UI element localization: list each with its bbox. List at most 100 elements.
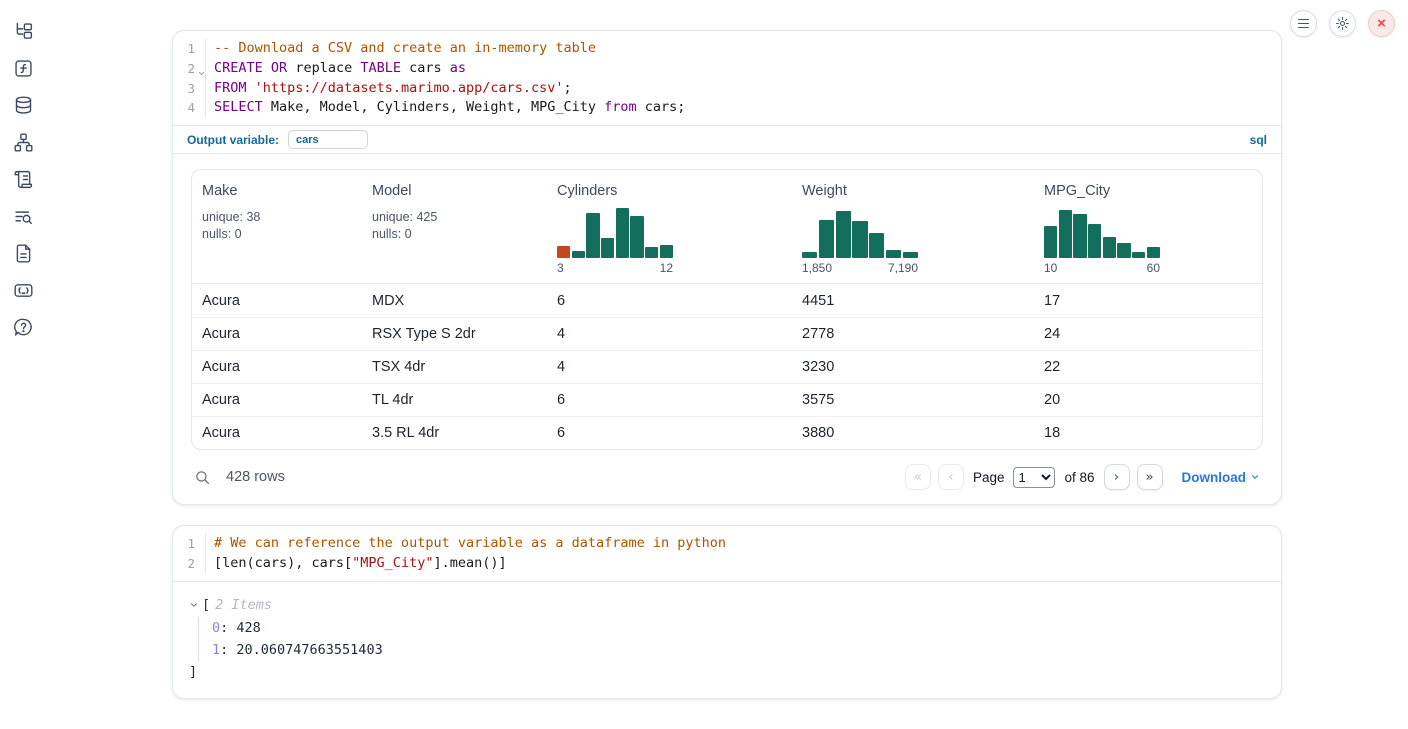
first-page-button[interactable]: «	[905, 464, 931, 490]
code-text[interactable]: -- Download a CSV and create an in-memor…	[206, 39, 596, 59]
table-cell: 3.5 RL 4dr	[362, 425, 547, 441]
column-stats: unique: 38nulls: 0	[202, 209, 352, 243]
histogram-bar	[1044, 226, 1057, 258]
tree-entry-key: 0	[212, 620, 220, 636]
file-explorer-icon[interactable]	[13, 21, 34, 42]
dependency-graph-icon[interactable]	[13, 132, 34, 153]
axis-min-label: 3	[557, 261, 564, 275]
table-cell: 22	[1034, 359, 1262, 375]
python-cell: 1 # We can reference the output variable …	[172, 525, 1282, 699]
line-number: 2	[173, 554, 206, 574]
code-token: "MPG_City"	[352, 555, 433, 571]
table-cell: 17	[1034, 293, 1262, 309]
code-token	[247, 80, 255, 96]
menu-button[interactable]	[1290, 10, 1317, 37]
close-button[interactable]: ×	[1368, 10, 1395, 37]
download-button[interactable]: Download	[1182, 470, 1261, 485]
column-label: MPG_City	[1044, 183, 1252, 199]
table-row[interactable]: AcuraMDX6445117	[192, 284, 1262, 317]
histogram-bar	[1103, 237, 1116, 258]
next-page-button[interactable]: ›	[1104, 464, 1130, 490]
documentation-icon[interactable]	[13, 243, 34, 264]
histogram-bars	[557, 206, 673, 258]
sql-code-editor[interactable]: 1 -- Download a CSV and create an in-memo…	[173, 31, 1281, 125]
column-histogram[interactable]: 312	[557, 206, 673, 275]
python-code-editor[interactable]: 1# We can reference the output variable …	[173, 526, 1281, 581]
code-line[interactable]: 1# We can reference the output variable …	[173, 534, 1281, 554]
table-row[interactable]: AcuraTL 4dr6357520	[192, 383, 1262, 416]
column-header[interactable]: Cylinders312	[547, 181, 792, 283]
histogram-axis-labels: 312	[557, 261, 673, 275]
output-variable-input[interactable]	[288, 130, 368, 149]
table-cell: 3880	[792, 425, 1034, 441]
code-text[interactable]: CREATE OR replace TABLE cars as	[206, 59, 466, 79]
code-text[interactable]: # We can reference the output variable a…	[206, 534, 726, 554]
column-header[interactable]: Model unique: 425nulls: 0	[362, 181, 547, 283]
column-label: Model	[372, 183, 537, 199]
table-row[interactable]: AcuraRSX Type S 2dr4277824	[192, 317, 1262, 350]
histogram-bar	[1132, 252, 1145, 258]
code-text[interactable]: SELECT Make, Model, Cylinders, Weight, M…	[206, 98, 685, 118]
logs-icon[interactable]	[13, 206, 34, 227]
code-line[interactable]: 4SELECT Make, Model, Cylinders, Weight, …	[173, 98, 1281, 118]
variables-icon[interactable]	[13, 58, 34, 79]
close-icon: ×	[1377, 15, 1386, 32]
histogram-bar	[616, 208, 629, 258]
table-row[interactable]: AcuraTSX 4dr4323022	[192, 350, 1262, 383]
snippets-icon[interactable]	[13, 280, 34, 301]
tree-entry[interactable]: 0: 428	[212, 617, 1265, 640]
tree-head: [ 2 Items	[189, 595, 1265, 615]
prev-page-button[interactable]: ‹	[938, 464, 964, 490]
table-cell: Acura	[192, 359, 362, 375]
column-histogram[interactable]: 1,8507,190	[802, 206, 918, 275]
code-token: TABLE	[360, 60, 401, 76]
table-cell: Acura	[192, 293, 362, 309]
table-cell: 24	[1034, 326, 1262, 342]
tree-entry[interactable]: 1: 20.060747663551403	[212, 639, 1265, 662]
gear-icon	[1335, 16, 1350, 31]
histogram-bar	[572, 251, 585, 258]
code-token: OR	[271, 60, 287, 76]
line-number-text: 1	[187, 41, 195, 56]
code-text[interactable]: FROM 'https://datasets.marimo.app/cars.c…	[206, 79, 572, 99]
tree-entry-key: 1	[212, 642, 220, 658]
search-icon[interactable]	[194, 469, 211, 486]
histogram-bar	[1147, 247, 1160, 258]
collapse-chevron-icon[interactable]	[189, 600, 199, 610]
pagination: « ‹ Page 1 of 86 › » Download	[905, 464, 1260, 490]
help-icon[interactable]	[13, 317, 34, 338]
bracket-close: ]	[189, 662, 1265, 682]
column-header[interactable]: MPG_City 1060	[1034, 181, 1262, 283]
code-text[interactable]: [len(cars), cars["MPG_City"].mean()]	[206, 554, 507, 574]
column-stats: unique: 425nulls: 0	[372, 209, 537, 243]
column-histogram[interactable]: 1060	[1044, 206, 1160, 275]
histogram-bar	[819, 220, 834, 258]
table-cell: 6	[547, 425, 792, 441]
sql-output-region: Makeunique: 38nulls: 0 Model unique: 425nu…	[173, 154, 1281, 504]
code-line[interactable]: 1 -- Download a CSV and create an in-memo…	[173, 39, 1281, 59]
histogram-bar	[601, 238, 614, 258]
code-line[interactable]: 3FROM 'https://datasets.marimo.app/cars.…	[173, 79, 1281, 99]
axis-max-label: 7,190	[888, 261, 918, 275]
bracket-open: [	[202, 595, 210, 615]
table-cell: 3575	[792, 392, 1034, 408]
table-cell: Acura	[192, 392, 362, 408]
histogram-bar	[1088, 224, 1101, 258]
column-header[interactable]: Makeunique: 38nulls: 0	[192, 181, 362, 283]
column-header[interactable]: Weight1,8507,190	[792, 181, 1034, 283]
scratchpad-icon[interactable]	[13, 169, 34, 190]
page-select[interactable]: 1	[1013, 467, 1055, 488]
table-cell: Acura	[192, 425, 362, 441]
code-line[interactable]: 2[len(cars), cars["MPG_City"].mean()]	[173, 554, 1281, 574]
table-cell: Acura	[192, 326, 362, 342]
last-page-button[interactable]: »	[1137, 464, 1163, 490]
table-cell: TL 4dr	[362, 392, 547, 408]
code-line[interactable]: 2CREATE OR replace TABLE cars as	[173, 59, 1281, 79]
code-token: Make, Model, Cylinders, Weight, MPG_City	[263, 99, 604, 115]
data-sources-icon[interactable]	[13, 95, 34, 116]
of-label: of 86	[1064, 470, 1094, 485]
histogram-bar	[903, 252, 918, 258]
table-row[interactable]: Acura3.5 RL 4dr6388018	[192, 416, 1262, 449]
settings-button[interactable]	[1329, 10, 1356, 37]
output-variable-row: Output variable: sql	[173, 126, 1281, 153]
